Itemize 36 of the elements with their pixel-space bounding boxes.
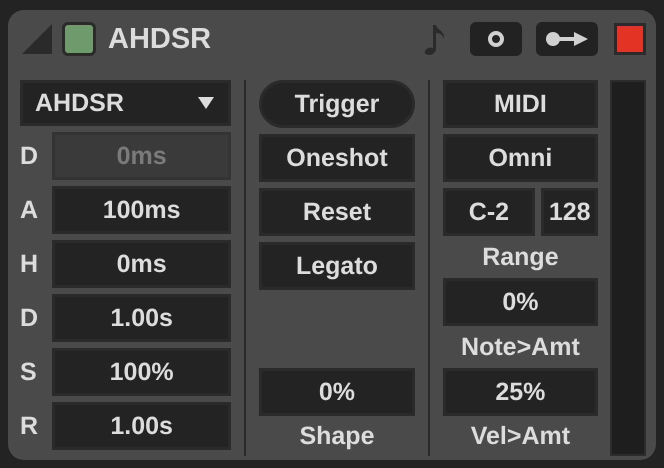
velocity-amount-field[interactable]: 25% (442, 368, 598, 416)
range-low-field[interactable]: C-2 (442, 188, 536, 236)
velocity-amount-label: Vel>Amt (470, 420, 572, 452)
param-field[interactable]: 1.00s (52, 294, 232, 342)
mode-button[interactable]: Oneshot (259, 134, 415, 182)
param-label: S (20, 358, 38, 386)
param-label: H (20, 250, 40, 278)
shape-label: Shape (298, 420, 376, 452)
route-button[interactable] (536, 22, 598, 56)
mode-button[interactable]: Trigger (259, 80, 415, 128)
midi-field[interactable]: MIDI (442, 80, 598, 128)
mode-button[interactable]: Reset (259, 188, 415, 236)
circle-icon (488, 31, 504, 47)
enable-toggle[interactable] (62, 22, 96, 56)
mode-dropdown[interactable]: AHDSR (20, 80, 232, 126)
shape-field[interactable]: 0% (259, 368, 415, 416)
range-label: Range (481, 242, 560, 272)
param-label: D (20, 142, 40, 170)
record-toggle[interactable] (614, 23, 646, 55)
note-amount-label: Note>Amt (460, 332, 581, 362)
channel-field[interactable]: Omni (442, 134, 598, 182)
mode-button[interactable]: Legato (259, 242, 415, 290)
music-note-icon (424, 23, 446, 55)
range-high-field[interactable]: 128 (541, 188, 598, 236)
note-amount-field[interactable]: 0% (442, 278, 598, 326)
param-label: A (20, 196, 40, 224)
param-field[interactable]: 1.00s (52, 402, 232, 450)
param-field[interactable]: 0ms (52, 240, 232, 288)
circle-button[interactable] (470, 22, 522, 56)
param-label: R (20, 412, 40, 440)
dot-arrow-icon (546, 31, 588, 47)
device-title: AHDSR (108, 22, 212, 56)
param-field[interactable]: 100% (52, 348, 232, 396)
param-label: D (20, 304, 40, 332)
param-field[interactable]: 100ms (52, 186, 232, 234)
dropdown-caret-icon (198, 97, 214, 109)
